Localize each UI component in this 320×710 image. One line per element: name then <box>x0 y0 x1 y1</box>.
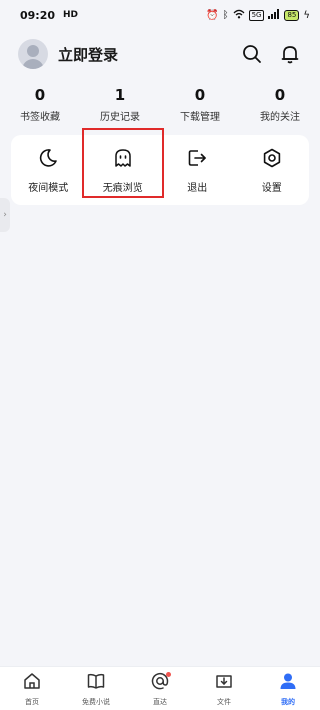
chevron-right-icon: › <box>3 210 7 220</box>
status-time: 09:20 <box>20 8 56 22</box>
stat-following[interactable]: 0 我的关注 <box>240 86 320 123</box>
bluetooth-icon: ᛒ <box>222 9 229 21</box>
nav-files[interactable]: 文件 <box>192 667 256 710</box>
nav-direct[interactable]: 直达 <box>128 667 192 710</box>
book-icon <box>86 671 106 695</box>
header-actions <box>240 42 302 66</box>
bell-icon[interactable] <box>278 42 302 66</box>
stat-bookmarks[interactable]: 0 书签收藏 <box>0 86 80 123</box>
status-bar: 09:20 HD ⏰ ᛒ 5G 85 ϟ <box>0 0 320 30</box>
settings-icon <box>261 147 283 173</box>
highlight-annotation <box>82 128 164 198</box>
tool-label: 夜间模式 <box>28 182 69 194</box>
charging-icon: ϟ <box>303 9 310 21</box>
home-icon <box>22 671 42 695</box>
stat-label: 书签收藏 <box>20 112 60 123</box>
alarm-icon: ⏰ <box>206 9 219 21</box>
stats-row: 0 书签收藏 1 历史记录 0 下载管理 0 我的关注 <box>0 86 320 123</box>
settings-button[interactable]: 设置 <box>235 135 310 205</box>
stat-value: 0 <box>274 86 286 104</box>
stat-value: 0 <box>34 86 46 104</box>
nav-label: 首页 <box>25 697 39 706</box>
nav-free-novels[interactable]: 免费小说 <box>64 667 128 710</box>
nav-label: 直达 <box>153 697 167 706</box>
wifi-icon <box>233 9 245 22</box>
bottom-nav: 首页 免费小说 直达 文件 我的 <box>0 666 320 710</box>
stat-downloads[interactable]: 0 下载管理 <box>160 86 240 123</box>
profile-header: 立即登录 <box>0 30 320 78</box>
download-folder-icon <box>214 671 234 695</box>
side-drawer-handle[interactable]: › <box>0 198 10 232</box>
nav-label: 免费小说 <box>82 697 110 706</box>
user-icon <box>278 671 298 695</box>
logout-icon <box>186 147 208 173</box>
status-carrier: HD <box>63 10 79 20</box>
status-icons: ⏰ ᛒ 5G 85 ϟ <box>206 8 310 22</box>
nav-label: 文件 <box>217 697 231 706</box>
stat-value: 1 <box>114 86 126 104</box>
stat-value: 0 <box>194 86 206 104</box>
nav-me[interactable]: 我的 <box>256 667 320 710</box>
notification-dot <box>166 672 171 677</box>
nav-label: 我的 <box>281 697 295 706</box>
moon-icon <box>37 147 59 173</box>
network-badge: 5G <box>248 9 265 21</box>
signal-icon <box>268 8 280 22</box>
logout-button[interactable]: 退出 <box>160 135 235 205</box>
search-icon[interactable] <box>240 42 264 66</box>
stat-label: 我的关注 <box>260 112 300 123</box>
battery-indicator: 85 <box>284 9 300 21</box>
stat-label: 下载管理 <box>180 112 220 123</box>
stat-label: 历史记录 <box>100 112 140 123</box>
nav-home[interactable]: 首页 <box>0 667 64 710</box>
night-mode-button[interactable]: 夜间模式 <box>11 135 86 205</box>
login-link[interactable]: 立即登录 <box>58 44 118 65</box>
tool-label: 退出 <box>187 182 208 194</box>
stat-history[interactable]: 1 历史记录 <box>80 86 160 123</box>
tool-label: 设置 <box>261 182 282 194</box>
status-left: 09:20 HD <box>20 9 78 22</box>
avatar[interactable] <box>18 39 48 69</box>
